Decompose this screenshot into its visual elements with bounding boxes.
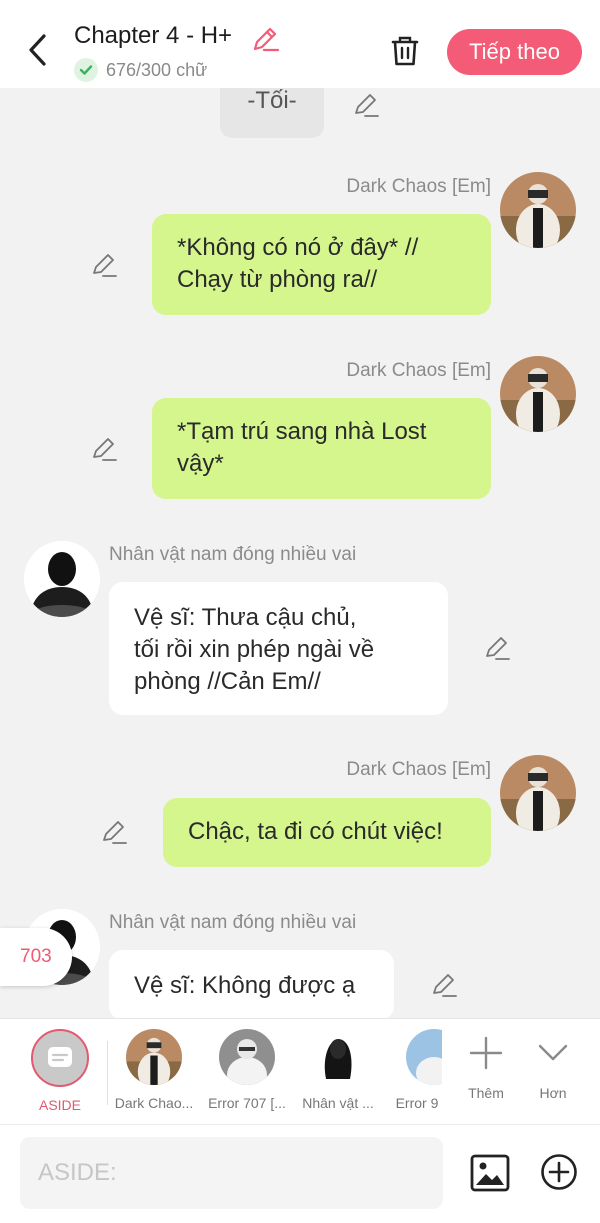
character-name: Error 9 [395,1095,439,1111]
character-avatar [126,1029,182,1085]
message-line: phòng //Cản Em// [134,668,321,695]
chevron-down-icon [538,1044,568,1061]
message-sender: Nhân vật nam đóng nhiều vai [109,544,357,565]
top-bar: Chapter 4 - H+ 676/300 chữ Tiếp theo [0,0,600,88]
check-icon [74,58,98,82]
message-bubble[interactable]: Vệ sĩ: Thưa cậu chủ, tối rồi xin phép ng… [109,582,448,715]
message-sender: Dark Chaos [Em] [346,360,491,381]
trash-icon[interactable] [388,34,422,68]
chapter-title: Chapter 4 - H+ [74,22,233,49]
character-name: Nhân vật ... [302,1095,374,1111]
message-bubble[interactable]: *Tạm trú sang nhà Lost vậy* [152,398,491,499]
message-bubble[interactable]: Chậc, ta đi có chút việc! [163,798,491,867]
edit-message-pencil-icon[interactable] [430,971,458,999]
character-item[interactable]: Error 707 [... [202,1029,292,1111]
aside-icon [31,1029,89,1087]
message-line: vậy* [177,450,224,477]
message-line: Chạy từ phòng ra// [177,266,378,293]
edit-message-pencil-icon[interactable] [100,818,128,846]
more-label: Hơn [539,1085,567,1101]
message-input[interactable] [20,1137,443,1209]
character-item[interactable]: Dark Chao... [109,1029,199,1111]
character-avatar [219,1029,275,1085]
word-count: 676/300 chữ [106,60,208,80]
message-sender: Dark Chaos [Em] [346,759,491,780]
character-avatar [406,1029,442,1085]
scene-label: -Tối- [220,88,324,138]
message-line: Vệ sĩ: Không được ạ [134,972,356,999]
message-sender: Nhân vật nam đóng nhiều vai [109,912,357,933]
message-counter-badge[interactable]: 703 [0,928,72,986]
message-line: *Tạm trú sang nhà Lost [177,418,427,445]
edit-message-pencil-icon[interactable] [90,435,118,463]
avatar[interactable] [24,541,100,617]
edit-message-pencil-icon[interactable] [90,251,118,279]
message-line: Vệ sĩ: Thưa cậu chủ, [134,604,357,631]
avatar[interactable] [500,356,576,432]
character-item[interactable]: Nhân vật ... [293,1029,383,1111]
character-selector: ASIDE Dark Chao... Error 707 [... Nhân v… [0,1018,600,1125]
divider [107,1041,108,1105]
aside-character[interactable]: ASIDE [15,1029,105,1113]
character-name: Dark Chao... [114,1095,194,1111]
edit-title-pencil-icon[interactable] [250,24,280,54]
edit-scene-pencil-icon[interactable] [352,91,380,119]
message-bubble[interactable]: Vệ sĩ: Không được ạ [109,950,394,1018]
message-line: tối rồi xin phép ngài về [134,636,375,663]
add-circle-icon[interactable] [540,1153,578,1191]
chat-area[interactable]: -Tối- Dark Chaos [Em] *Không có nó ở đây… [0,88,600,1018]
message-line: Chậc, ta đi có chút việc! [188,818,443,845]
avatar[interactable] [500,172,576,248]
edit-message-pencil-icon[interactable] [483,634,511,662]
message-line: *Không có nó ở đây* // [177,234,419,261]
character-item[interactable]: Error 9 [392,1029,442,1111]
message-sender: Dark Chaos [Em] [346,176,491,197]
plus-icon [469,1036,503,1070]
aside-label: ASIDE [38,1097,81,1113]
character-name: Error 707 [... [208,1095,286,1111]
avatar[interactable] [500,755,576,831]
message-bubble[interactable]: *Không có nó ở đây* // Chạy từ phòng ra/… [152,214,491,315]
back-arrow-icon[interactable] [20,30,54,70]
image-icon[interactable] [470,1153,510,1193]
next-button[interactable]: Tiếp theo [447,29,582,75]
composer-bar [0,1124,600,1223]
more-button[interactable]: Hơn [508,1029,598,1101]
character-avatar [310,1029,366,1085]
